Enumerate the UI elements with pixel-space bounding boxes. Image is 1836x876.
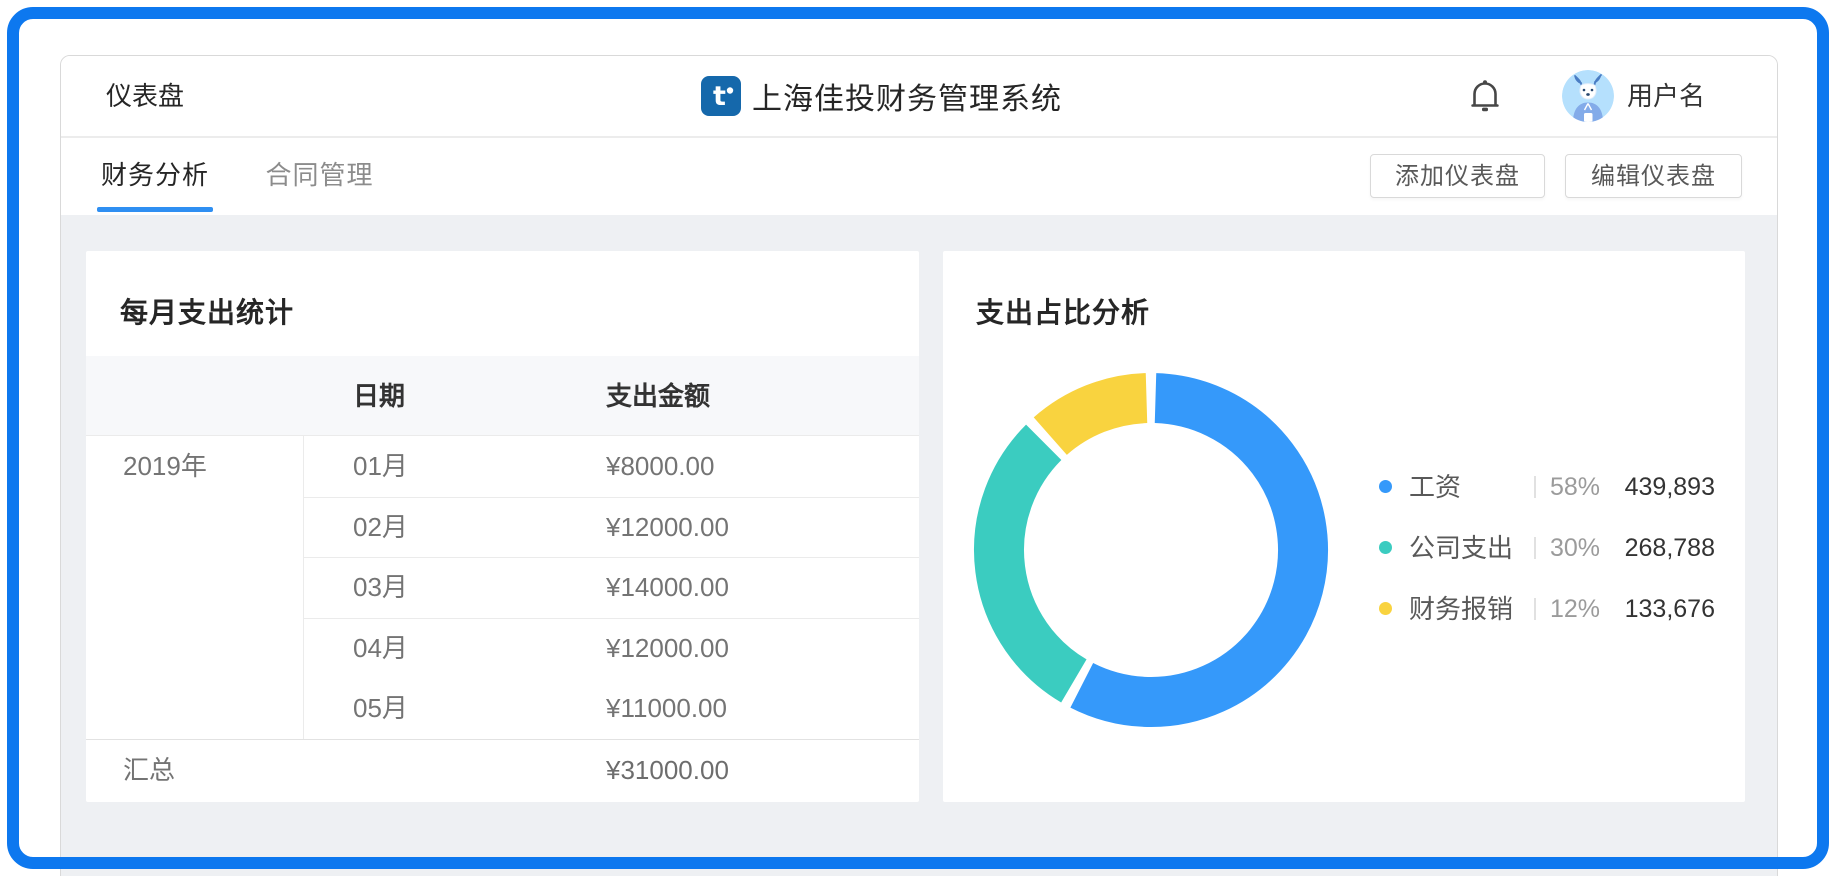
deer-avatar-icon: [1562, 70, 1614, 122]
year-cell: 2019年: [123, 436, 207, 497]
table-cell-month: 05月: [353, 678, 408, 739]
legend-value: 133,676: [1625, 594, 1715, 624]
username[interactable]: 用户名: [1627, 56, 1705, 136]
table-cell-amount: ¥11000.00: [606, 678, 727, 739]
table-cell-month: 02月: [353, 497, 408, 558]
table-cell-amount: ¥12000.00: [606, 497, 729, 558]
expense-proportion-card: 支出占比分析 工资 58% 439,893 公司支出 30% 268,788: [943, 251, 1745, 802]
legend-label: 财务报销: [1409, 594, 1513, 624]
legend-percent: 30%: [1550, 533, 1600, 563]
legend-percent: 12%: [1550, 594, 1600, 624]
legend-value: 439,893: [1625, 472, 1715, 502]
logo-letter: t: [713, 81, 726, 112]
table-cell-amount: ¥8000.00: [606, 436, 714, 497]
tab-label: 财务分析: [101, 160, 209, 190]
legend-item-reimbursement[interactable]: 财务报销 12% 133,676: [1379, 594, 1715, 624]
window-header: 仪表盘 t 上海佳投财务管理系统: [61, 56, 1777, 136]
active-tab-underline: [97, 207, 213, 212]
app-logo-icon: t: [701, 76, 741, 116]
donut-chart: [961, 360, 1341, 740]
legend-percent: 58%: [1550, 472, 1600, 502]
legend-item-salary[interactable]: 工资 58% 439,893: [1379, 472, 1715, 502]
card-title: 每月支出统计: [120, 291, 294, 331]
table-cell-amount: ¥12000.00: [606, 618, 729, 679]
table-cell-month: 01月: [353, 436, 408, 497]
table-header-row: 日期 支出金额: [86, 356, 919, 436]
donut-segment-0[interactable]: [1082, 398, 1303, 702]
app-window: 仪表盘 t 上海佳投财务管理系统: [60, 55, 1778, 876]
legend-divider: [1534, 476, 1536, 498]
column-divider: [303, 436, 304, 739]
edit-dashboard-button[interactable]: 编辑仪表盘: [1565, 154, 1742, 198]
legend-dot: [1379, 602, 1392, 615]
legend-value: 268,788: [1625, 533, 1715, 563]
add-dashboard-button[interactable]: 添加仪表盘: [1370, 154, 1545, 198]
legend-label: 工资: [1409, 472, 1461, 502]
avatar[interactable]: [1562, 70, 1614, 122]
summary-divider: [86, 739, 919, 740]
page: 仪表盘 t 上海佳投财务管理系统: [0, 0, 1836, 876]
tab-label: 合同管理: [265, 160, 373, 190]
legend-dot: [1379, 541, 1392, 554]
column-header-date: 日期: [353, 356, 405, 436]
legend-dot: [1379, 480, 1392, 493]
card-title: 支出占比分析: [976, 291, 1150, 331]
table-cell-amount: ¥14000.00: [606, 557, 729, 618]
donut-segment-1[interactable]: [999, 442, 1074, 681]
summary-label: 汇总: [123, 739, 175, 802]
table-cell-month: 03月: [353, 557, 408, 618]
logo-dot: [727, 87, 733, 93]
legend-label: 公司支出: [1409, 533, 1513, 563]
donut-segment-2[interactable]: [1050, 398, 1146, 436]
app-title: 上海佳投财务管理系统: [752, 74, 1062, 118]
tab-financial-analysis[interactable]: 财务分析: [101, 138, 209, 212]
page-title: 仪表盘: [106, 56, 184, 136]
legend-item-company-expense[interactable]: 公司支出 30% 268,788: [1379, 533, 1715, 563]
app-brand: t 上海佳投财务管理系统: [701, 56, 1062, 136]
notifications-bell-icon[interactable]: [1469, 79, 1501, 115]
monthly-expense-card: 每月支出统计 日期 支出金额 2019年 01月 ¥8000.00 02月 ¥1…: [86, 251, 919, 802]
content-area: 每月支出统计 日期 支出金额 2019年 01月 ¥8000.00 02月 ¥1…: [61, 215, 1777, 876]
summary-value: ¥31000.00: [606, 739, 729, 802]
tab-contract-management[interactable]: 合同管理: [265, 138, 373, 212]
legend-divider: [1534, 598, 1536, 620]
table-cell-month: 04月: [353, 618, 408, 679]
legend-divider: [1534, 537, 1536, 559]
column-header-amount: 支出金额: [606, 356, 710, 436]
